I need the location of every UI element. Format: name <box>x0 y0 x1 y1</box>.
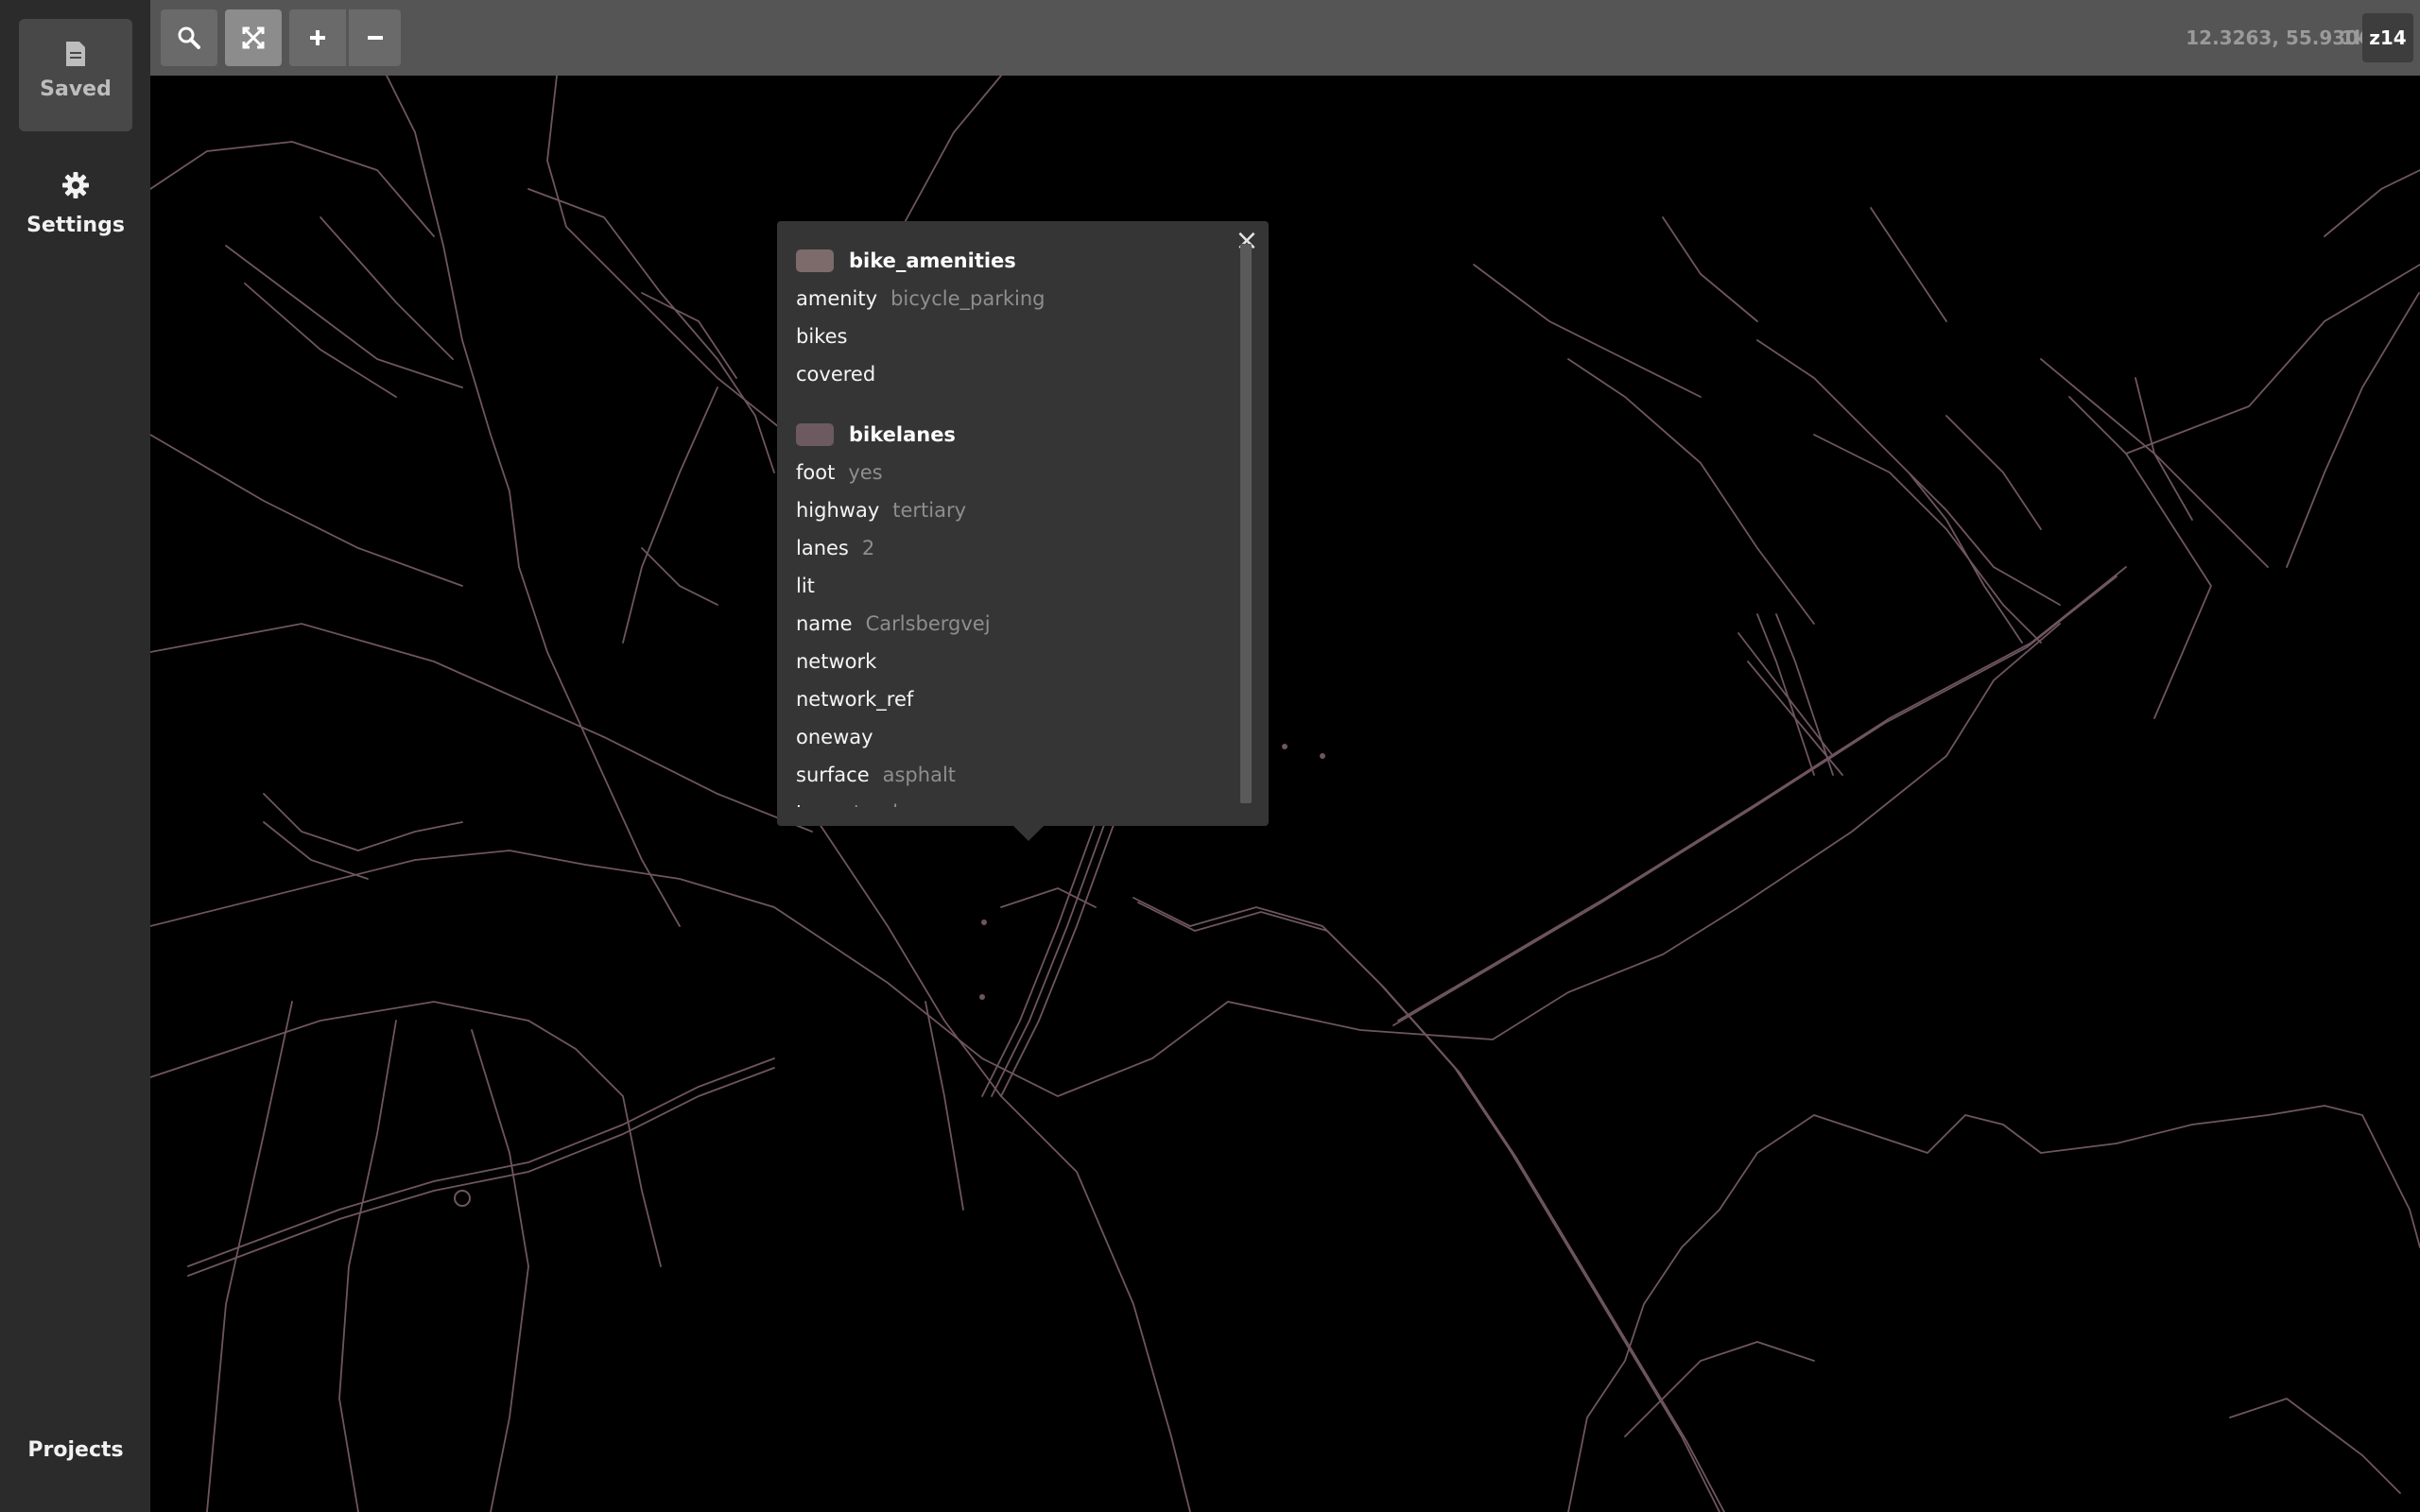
zoom-in-button[interactable] <box>289 9 346 66</box>
expand-icon <box>242 26 265 49</box>
layer-color-swatch <box>796 423 834 446</box>
property-row: covered <box>796 355 1250 393</box>
property-row: amenity bicycle_parking <box>796 280 1250 318</box>
property-row: network_ref <box>796 680 1250 718</box>
settings-button[interactable]: Settings <box>19 170 132 246</box>
property-row: surface asphalt <box>796 756 1250 794</box>
property-row: highway tertiary <box>796 491 1250 529</box>
property-row: foot yes <box>796 454 1250 491</box>
property-key: network <box>796 650 877 673</box>
property-key: oneway <box>796 726 873 748</box>
zoom-level-badge: z14 <box>2362 13 2413 62</box>
layer-name: bike_amenities <box>849 249 1016 272</box>
map-roads <box>150 76 2420 1512</box>
property-key: amenity <box>796 287 878 310</box>
property-key: name <box>796 612 853 635</box>
search-button[interactable] <box>161 9 217 66</box>
property-key: lanes <box>796 537 849 559</box>
layer-name: bikelanes <box>849 423 956 446</box>
projects-button[interactable]: Projects <box>19 1438 132 1472</box>
search-icon <box>178 26 200 49</box>
property-row: type track <box>796 794 1250 807</box>
property-value: yes <box>848 461 883 484</box>
document-icon <box>19 40 132 72</box>
layer-header: bikelanes <box>796 416 1250 454</box>
toolbar: 12.3263, 55.9306 1k z14 <box>150 0 2420 76</box>
property-key: network_ref <box>796 688 914 711</box>
property-value: asphalt <box>882 764 957 786</box>
property-key: highway <box>796 499 880 522</box>
property-key: type <box>796 801 840 807</box>
property-row: bikes <box>796 318 1250 355</box>
property-key: covered <box>796 363 876 386</box>
saved-button[interactable]: Saved <box>19 19 132 131</box>
settings-label: Settings <box>26 214 125 237</box>
property-value: tertiary <box>892 499 967 522</box>
property-value: 2 <box>861 537 875 559</box>
minus-icon <box>367 36 383 40</box>
feature-popup: × bike_amenities amenity bicycle_parking … <box>777 221 1269 826</box>
property-row: network <box>796 643 1250 680</box>
property-key: foot <box>796 461 836 484</box>
saved-label: Saved <box>40 77 112 101</box>
sidebar: Saved Settings Projects <box>0 0 150 1512</box>
property-key: bikes <box>796 325 848 348</box>
popup-content: bike_amenities amenity bicycle_parking bi… <box>796 238 1250 807</box>
property-row: oneway <box>796 718 1250 756</box>
property-key: lit <box>796 575 815 597</box>
property-value: bicycle_parking <box>890 287 1046 310</box>
property-value: track <box>854 801 904 807</box>
zoom-out-button[interactable] <box>349 9 401 66</box>
popup-pointer <box>1011 824 1046 841</box>
property-value: Carlsbergvej <box>865 612 991 635</box>
property-row: name Carlsbergvej <box>796 605 1250 643</box>
gear-icon <box>19 170 132 206</box>
map-canvas[interactable] <box>150 76 2420 1512</box>
property-row: lit <box>796 567 1250 605</box>
property-key: surface <box>796 764 870 786</box>
layer-header: bike_amenities <box>796 242 1250 280</box>
property-row: lanes 2 <box>796 529 1250 567</box>
plus-icon <box>310 30 325 45</box>
fullscreen-button[interactable] <box>225 9 282 66</box>
layer-color-swatch <box>796 249 834 272</box>
